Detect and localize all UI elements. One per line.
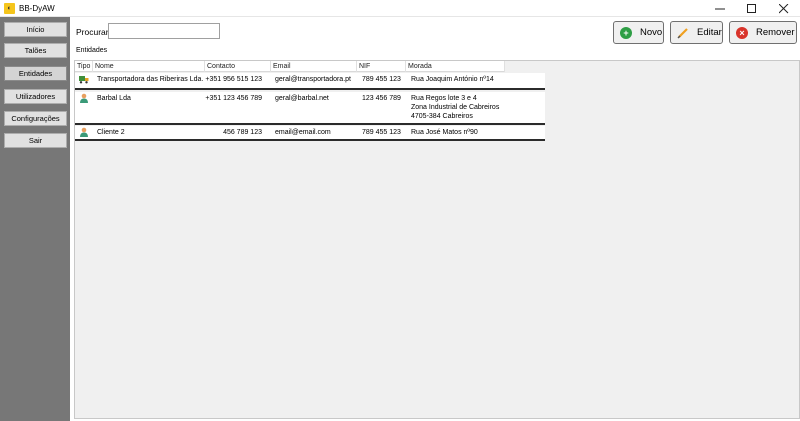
cell-nif: 123 456 789 bbox=[362, 95, 401, 102]
minimize-icon bbox=[715, 8, 725, 9]
cell-nome: Transportadora das Riberiras Lda. bbox=[97, 76, 204, 83]
edit-button[interactable]: Editar bbox=[670, 21, 723, 44]
cell-nif: 789 455 123 bbox=[362, 129, 401, 136]
cell-contacto: 456 789 123 bbox=[223, 129, 262, 136]
cell-nome: Cliente 2 bbox=[97, 129, 125, 136]
nav-sair-button[interactable]: Sair bbox=[4, 133, 67, 148]
cell-email: email@email.com bbox=[275, 129, 331, 136]
nav-utilizadores-button[interactable]: Utilizadores bbox=[4, 89, 67, 104]
window-title: BB-DyAW bbox=[19, 3, 55, 13]
cell-morada-line3: 4705-384 Cabreiros bbox=[411, 113, 473, 120]
nav-configuracoes-button[interactable]: Configurações bbox=[4, 111, 67, 126]
table-row[interactable]: Transportadora das Riberiras Lda. +351 9… bbox=[75, 73, 545, 90]
cell-nif: 789 455 123 bbox=[362, 76, 401, 83]
title-bar: ◐ BB-DyAW bbox=[0, 0, 800, 17]
truck-icon bbox=[79, 76, 89, 84]
sidebar: Início Talões Entidades Utilizadores Con… bbox=[0, 17, 70, 421]
cell-nome: Barbal Lda bbox=[97, 95, 131, 102]
new-button[interactable]: + Novo bbox=[613, 21, 664, 44]
person-icon bbox=[80, 93, 88, 103]
pencil-icon bbox=[677, 27, 689, 39]
search-input[interactable] bbox=[108, 23, 220, 39]
search-label: Procurar bbox=[76, 27, 109, 37]
cell-email: geral@transportadora.pt bbox=[275, 76, 351, 83]
entities-table[interactable]: Tipo Nome Contacto Email NIF Morada Tran… bbox=[74, 60, 800, 419]
maximize-button[interactable] bbox=[736, 0, 768, 17]
window-controls bbox=[704, 0, 800, 17]
section-title: Entidades bbox=[76, 47, 108, 54]
cell-morada: Rua José Matos nº90 bbox=[411, 129, 478, 136]
close-button[interactable] bbox=[768, 0, 800, 17]
close-icon bbox=[779, 3, 789, 13]
column-header-email[interactable]: Email bbox=[271, 61, 357, 72]
table-row[interactable]: Barbal Lda +351 123 456 789 geral@barbal… bbox=[75, 92, 545, 125]
column-header-nome[interactable]: Nome bbox=[93, 61, 205, 72]
cell-contacto: +351 956 515 123 bbox=[205, 76, 262, 83]
person-icon bbox=[80, 127, 88, 137]
remove-button-label: Remover bbox=[756, 27, 795, 38]
table-header: Tipo Nome Contacto Email NIF Morada bbox=[75, 61, 505, 72]
nav-entidades-button[interactable]: Entidades bbox=[4, 66, 67, 81]
cell-contacto: +351 123 456 789 bbox=[205, 95, 262, 102]
remove-x-icon: × bbox=[736, 26, 748, 39]
cell-morada: Rua Joaquim António nº14 bbox=[411, 76, 494, 83]
nav-taloes-button[interactable]: Talões bbox=[4, 43, 67, 58]
nav-inicio-button[interactable]: Início bbox=[4, 22, 67, 37]
main-content: Procurar Entidades + Novo Editar × Remov… bbox=[70, 17, 800, 421]
column-header-tipo[interactable]: Tipo bbox=[75, 61, 93, 72]
table-row[interactable]: Cliente 2 456 789 123 email@email.com 78… bbox=[75, 126, 545, 141]
plus-icon: + bbox=[620, 26, 632, 39]
edit-button-label: Editar bbox=[697, 27, 722, 38]
remove-button[interactable]: × Remover bbox=[729, 21, 797, 44]
app-logo-icon: ◐ bbox=[4, 2, 15, 14]
new-button-label: Novo bbox=[640, 27, 663, 38]
minimize-button[interactable] bbox=[704, 0, 736, 17]
maximize-icon bbox=[747, 3, 756, 13]
column-header-nif[interactable]: NIF bbox=[357, 61, 406, 72]
cell-email: geral@barbal.net bbox=[275, 95, 329, 102]
column-header-contacto[interactable]: Contacto bbox=[205, 61, 271, 72]
column-header-morada[interactable]: Morada bbox=[406, 61, 505, 72]
